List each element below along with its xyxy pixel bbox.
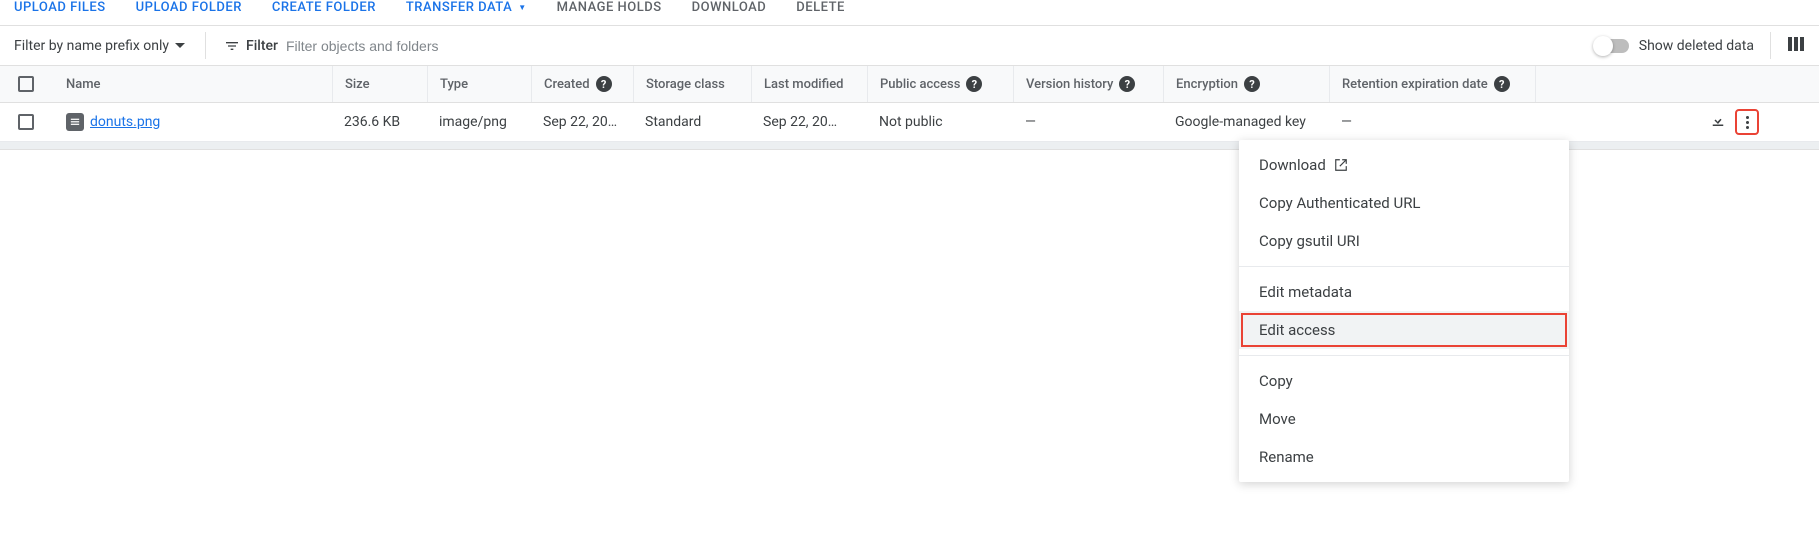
- cell-version-history: —: [1013, 106, 1163, 138]
- transfer-data-button[interactable]: TRANSFER DATA ▼: [406, 0, 527, 15]
- col-name[interactable]: Name: [54, 77, 332, 92]
- menu-rename[interactable]: Rename: [1239, 438, 1569, 476]
- column-display-button[interactable]: [1787, 35, 1805, 57]
- object-context-menu: Download Copy Authenticated URL Copy gsu…: [1239, 140, 1569, 482]
- chevron-down-icon: [175, 43, 185, 48]
- transfer-data-label: TRANSFER DATA: [406, 0, 512, 15]
- col-created-label: Created: [544, 77, 590, 92]
- col-public-access-label: Public access: [880, 77, 960, 92]
- download-object-button[interactable]: [1709, 111, 1727, 133]
- col-public-access[interactable]: Public access?: [867, 66, 1013, 102]
- col-retention-expiration[interactable]: Retention expiration date?: [1329, 66, 1535, 102]
- filter-icon: [224, 38, 240, 54]
- vertical-dots-icon: [1746, 116, 1749, 129]
- columns-icon: [1787, 35, 1805, 53]
- menu-edit-metadata[interactable]: Edit metadata: [1239, 273, 1569, 311]
- filter-mode-label: Filter by name prefix only: [14, 38, 169, 54]
- col-size[interactable]: Size: [332, 66, 427, 102]
- cell-created: Sep 22, 20…: [531, 106, 633, 138]
- col-version-history-label: Version history: [1026, 77, 1113, 92]
- cell-last-modified: Sep 22, 20…: [751, 106, 867, 138]
- table-row[interactable]: donuts.png 236.6 KB image/png Sep 22, 20…: [0, 103, 1819, 142]
- menu-divider: [1239, 355, 1569, 356]
- cell-public-access: Not public: [867, 106, 1013, 138]
- upload-folder-button[interactable]: UPLOAD FOLDER: [136, 0, 242, 15]
- col-retention-label: Retention expiration date: [1342, 77, 1488, 92]
- col-version-history[interactable]: Version history?: [1013, 66, 1163, 102]
- col-encryption-label: Encryption: [1176, 77, 1238, 92]
- menu-move[interactable]: Move: [1239, 400, 1569, 438]
- menu-copy-auth-url[interactable]: Copy Authenticated URL: [1239, 184, 1569, 222]
- chevron-down-icon: ▼: [518, 3, 526, 12]
- help-icon[interactable]: ?: [966, 76, 982, 92]
- help-icon[interactable]: ?: [1244, 76, 1260, 92]
- download-button[interactable]: DOWNLOAD: [692, 0, 767, 15]
- cell-size: 236.6 KB: [332, 106, 427, 138]
- manage-holds-button[interactable]: MANAGE HOLDS: [557, 0, 662, 15]
- show-deleted-label: Show deleted data: [1639, 38, 1754, 54]
- filter-bar: Filter by name prefix only Filter Show d…: [0, 25, 1819, 65]
- col-last-modified[interactable]: Last modified: [751, 66, 867, 102]
- download-icon: [1709, 111, 1727, 129]
- col-type[interactable]: Type: [427, 66, 531, 102]
- menu-download-label: Download: [1259, 156, 1326, 174]
- more-actions-button[interactable]: [1737, 111, 1757, 133]
- cell-storage-class: Standard: [633, 106, 751, 138]
- menu-divider: [1239, 266, 1569, 267]
- action-toolbar: UPLOAD FILES UPLOAD FOLDER CREATE FOLDER…: [0, 0, 1819, 25]
- menu-edit-access[interactable]: Edit access: [1239, 311, 1569, 349]
- delete-button[interactable]: DELETE: [796, 0, 845, 15]
- cell-retention: —: [1329, 106, 1535, 138]
- col-storage-class[interactable]: Storage class: [633, 66, 751, 102]
- show-deleted-toggle[interactable]: [1595, 39, 1629, 53]
- filter-input[interactable]: [286, 38, 1595, 54]
- help-icon[interactable]: ?: [1119, 76, 1135, 92]
- file-icon: [66, 113, 84, 131]
- menu-download[interactable]: Download: [1239, 146, 1569, 184]
- row-checkbox[interactable]: [18, 114, 34, 130]
- filter-mode-dropdown[interactable]: Filter by name prefix only: [14, 32, 206, 59]
- open-external-icon: [1334, 158, 1348, 172]
- filter-text: Filter: [246, 38, 278, 54]
- menu-copy[interactable]: Copy: [1239, 362, 1569, 400]
- menu-copy-gsutil[interactable]: Copy gsutil URI: [1239, 222, 1569, 260]
- col-created[interactable]: Created?: [531, 66, 633, 102]
- filter-label: Filter: [224, 38, 278, 54]
- file-name-link[interactable]: donuts.png: [90, 114, 160, 130]
- help-icon[interactable]: ?: [596, 76, 612, 92]
- create-folder-button[interactable]: CREATE FOLDER: [272, 0, 376, 15]
- cell-encryption: Google-managed key: [1163, 106, 1329, 138]
- objects-table: Name Size Type Created? Storage class La…: [0, 65, 1819, 150]
- help-icon[interactable]: ?: [1494, 76, 1510, 92]
- show-deleted-toggle-group: Show deleted data: [1595, 32, 1771, 59]
- select-all-checkbox[interactable]: [18, 76, 34, 92]
- upload-files-button[interactable]: UPLOAD FILES: [14, 0, 106, 15]
- table-header-row: Name Size Type Created? Storage class La…: [0, 66, 1819, 103]
- col-encryption[interactable]: Encryption?: [1163, 66, 1329, 102]
- cell-type: image/png: [427, 106, 531, 138]
